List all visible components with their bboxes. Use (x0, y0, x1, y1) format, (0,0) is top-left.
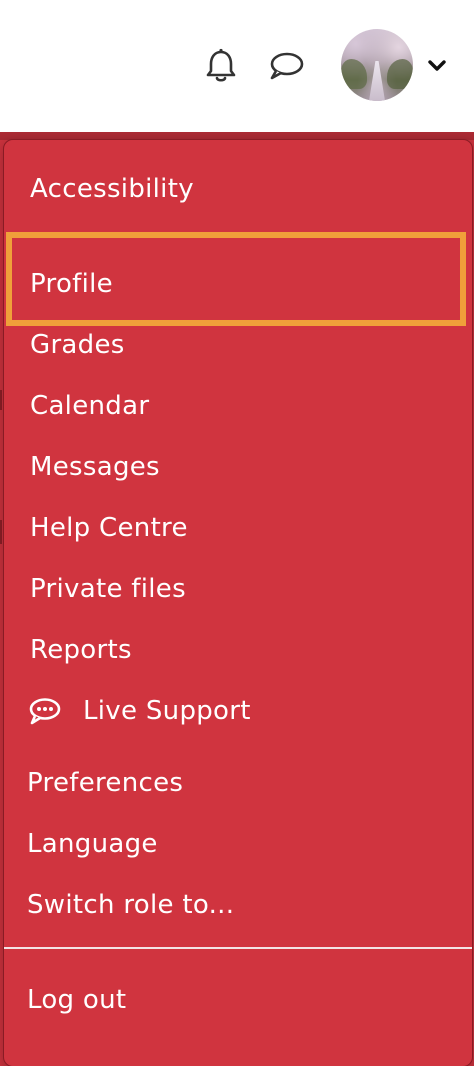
page: Accessibility Profile Grades Calendar Me… (0, 0, 474, 1066)
menu-item-label: Live Support (83, 696, 251, 726)
menu-item-label: Reports (30, 635, 132, 665)
user-menu-dropdown: Accessibility Profile Grades Calendar Me… (3, 139, 473, 1066)
menu-item-preferences[interactable]: Preferences (4, 754, 472, 812)
menu-item-label: Calendar (30, 391, 150, 421)
menu-item-label: Language (27, 829, 158, 859)
bell-icon[interactable] (200, 44, 242, 88)
avatar-image-detail (369, 61, 385, 101)
menu-item-label: Switch role to... (27, 890, 235, 920)
avatar-image-detail (387, 59, 413, 89)
menu-item-label: Profile (30, 269, 113, 299)
avatar-image-detail (341, 59, 367, 89)
menu-item-grades[interactable]: Grades (4, 316, 472, 374)
menu-divider (4, 947, 472, 949)
menu-item-live-support[interactable]: Live Support (4, 682, 472, 740)
user-avatar[interactable] (341, 29, 413, 101)
menu-item-label: Accessibility (30, 174, 194, 204)
top-navbar (0, 0, 474, 132)
menu-item-label: Help Centre (30, 513, 188, 543)
menu-item-reports[interactable]: Reports (4, 621, 472, 679)
menu-item-accessibility[interactable]: Accessibility (4, 160, 472, 218)
menu-item-language[interactable]: Language (4, 815, 472, 873)
menu-item-label: Log out (27, 985, 127, 1015)
chevron-down-icon[interactable] (424, 54, 450, 78)
menu-item-label: Messages (30, 452, 160, 482)
menu-item-calendar[interactable]: Calendar (4, 377, 472, 435)
page-edge-line (0, 520, 2, 544)
menu-item-private-files[interactable]: Private files (4, 560, 472, 618)
menu-item-messages[interactable]: Messages (4, 438, 472, 496)
page-edge-line (0, 390, 2, 410)
menu-item-label: Private files (30, 574, 186, 604)
menu-item-help-centre[interactable]: Help Centre (4, 499, 472, 557)
speech-bubble-dots-icon (27, 696, 61, 726)
menu-item-label: Grades (30, 330, 125, 360)
menu-item-log-out[interactable]: Log out (4, 971, 472, 1029)
menu-item-profile[interactable]: Profile (4, 255, 472, 313)
menu-item-label: Preferences (27, 768, 184, 798)
menu-item-switch-role[interactable]: Switch role to... (4, 876, 472, 934)
chat-bubble-icon[interactable] (264, 44, 308, 88)
